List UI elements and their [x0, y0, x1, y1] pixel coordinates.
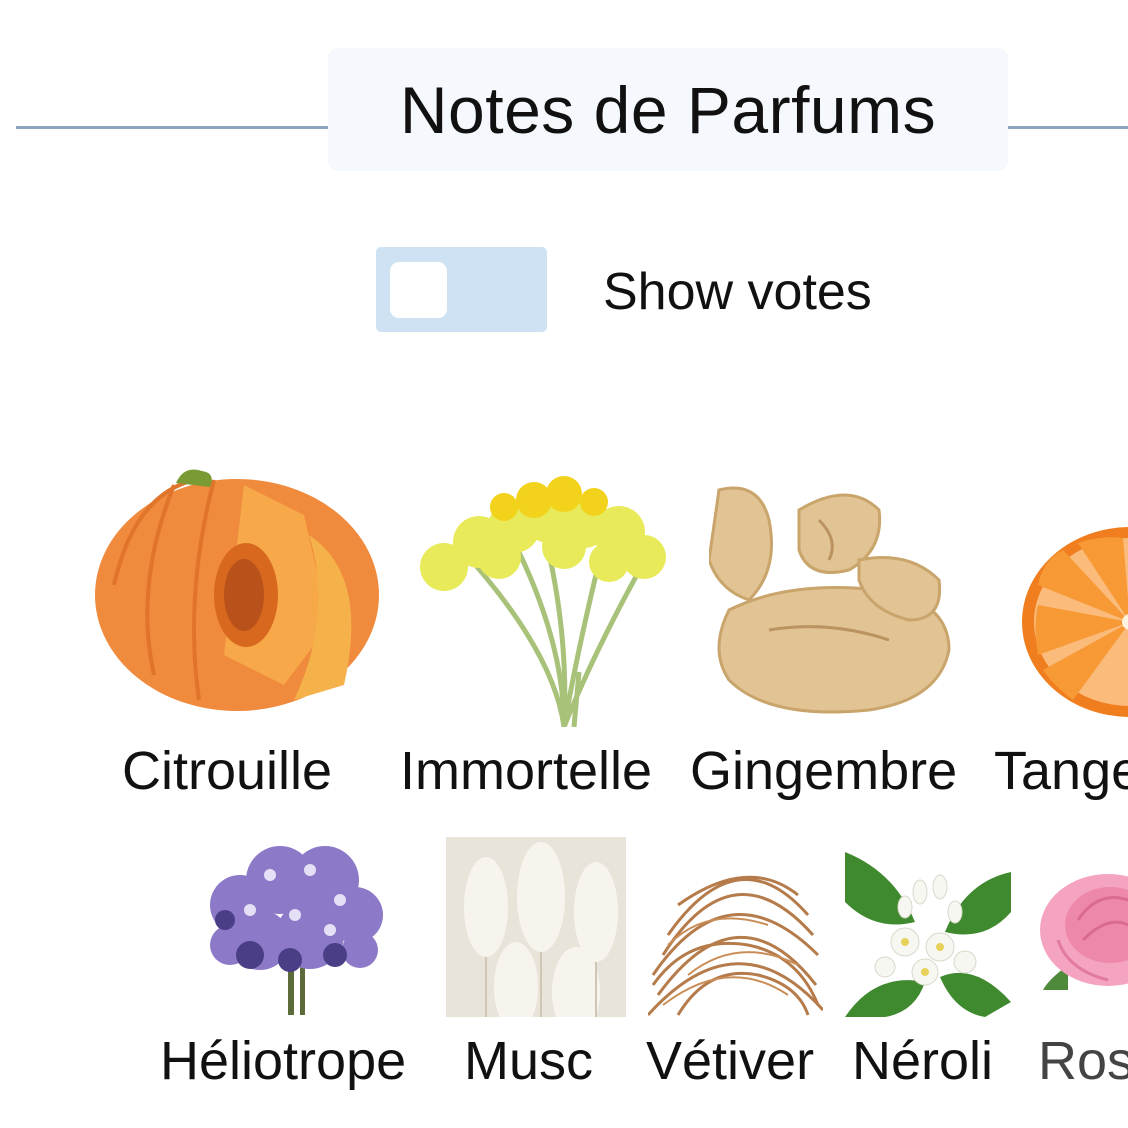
note-label: Néroli	[852, 1031, 994, 1091]
vetiver-image	[648, 875, 823, 1017]
section-title: Notes de Parfums	[399, 72, 937, 147]
note-label: Citrouille	[122, 741, 333, 801]
show-votes-toggle[interactable]	[376, 247, 547, 332]
tangerine-image	[1022, 527, 1128, 717]
section-title-box: Notes de Parfums	[328, 48, 1008, 171]
note-label: Musc	[464, 1031, 594, 1091]
show-votes-label[interactable]: Show votes	[603, 262, 872, 322]
toggle-knob	[390, 262, 447, 318]
title-rule-right	[1008, 126, 1128, 129]
immortelle-flower-image	[420, 476, 666, 727]
neroli-flower-image	[845, 852, 1011, 1017]
note-label: Ros	[1038, 1031, 1128, 1091]
pumpkin-image	[95, 469, 379, 711]
note-label: Héliotrope	[160, 1031, 407, 1091]
musk-image	[446, 837, 626, 1017]
rose-image	[1040, 874, 1128, 990]
note-label: Vétiver	[646, 1031, 815, 1091]
note-label: Tange	[994, 741, 1128, 801]
ginger-root-image	[709, 480, 957, 720]
heliotrope-flower-image	[210, 846, 383, 1015]
note-label: Immortelle	[400, 741, 653, 801]
title-rule-left	[16, 126, 328, 129]
note-label: Gingembre	[690, 741, 958, 801]
